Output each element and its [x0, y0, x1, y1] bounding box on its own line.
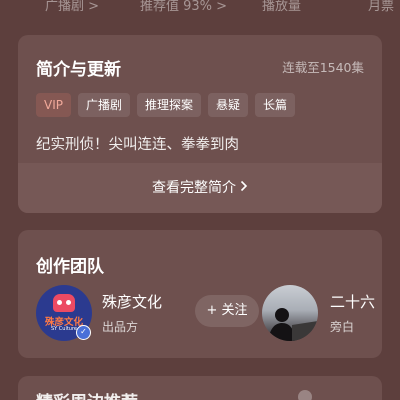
member-role: 出品方 [102, 320, 139, 334]
view-full-intro-label: 查看完整简介 [152, 180, 236, 196]
member-name[interactable]: 殊彦文化 [102, 291, 162, 312]
recommend-stat[interactable]: 推荐值 93% > [140, 0, 227, 14]
avatar[interactable] [262, 285, 318, 341]
member-role: 旁白 [330, 320, 355, 334]
team-member[interactable]: 殊彦文化 SY Culture ✓ 殊彦文化 出品方 + 关注 [36, 285, 259, 341]
intro-card: 简介与更新 连载至1540集 VIP 广播剧 推理探案 悬疑 长篇 纪实刑侦！尖… [18, 35, 382, 213]
tag-vip[interactable]: VIP [36, 93, 71, 117]
chevron-right-icon [240, 164, 248, 213]
intro-title: 简介与更新 [36, 60, 121, 80]
tag-radio-drama[interactable]: 广播剧 [77, 93, 130, 117]
tag-suspense[interactable]: 悬疑 [208, 93, 249, 117]
stats-strip: 广播剧 > 推荐值 93% > 播放量 月票 [0, 0, 400, 17]
team-card: 创作团队 殊彦文化 SY Culture ✓ 殊彦文化 出品方 + 关注 二十六… [18, 230, 382, 358]
more-icon[interactable] [298, 390, 312, 400]
team-member[interactable]: 二十六 旁白 [262, 285, 382, 341]
verified-check-icon: ✓ [76, 325, 91, 340]
team-title: 创作团队 [36, 257, 104, 277]
episode-count: 连载至1540集 [282, 60, 364, 75]
merch-card: 精彩周边推荐 [18, 376, 382, 400]
intro-description: 纪实刑侦！尖叫连连、拳拳到肉 [36, 137, 239, 153]
category-stat[interactable]: 广播剧 > [45, 0, 99, 14]
view-full-intro-button[interactable]: 查看完整简介 [18, 163, 382, 213]
tag-list: VIP 广播剧 推理探案 悬疑 长篇 [36, 93, 296, 117]
merch-title: 精彩周边推荐 [36, 388, 138, 400]
tag-detective[interactable]: 推理探案 [137, 93, 202, 117]
monthly-ticket-stat: 月票 [368, 0, 395, 14]
tag-long[interactable]: 长篇 [255, 93, 296, 117]
silhouette-icon [268, 308, 318, 341]
play-count-stat: 播放量 [262, 0, 302, 14]
follow-button[interactable]: + 关注 [195, 295, 259, 327]
member-name[interactable]: 二十六 [330, 291, 375, 312]
